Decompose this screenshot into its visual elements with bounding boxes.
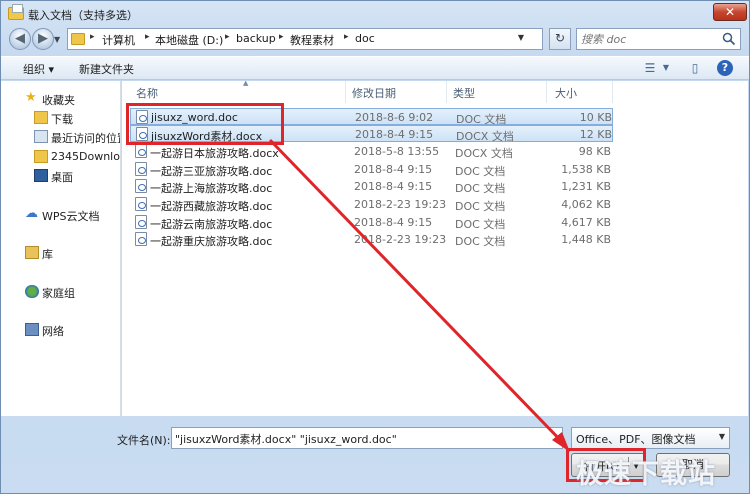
arrow-line [268, 138, 568, 448]
watermark-text: 极速下载站 [576, 459, 716, 490]
annotation-arrow [268, 138, 570, 452]
